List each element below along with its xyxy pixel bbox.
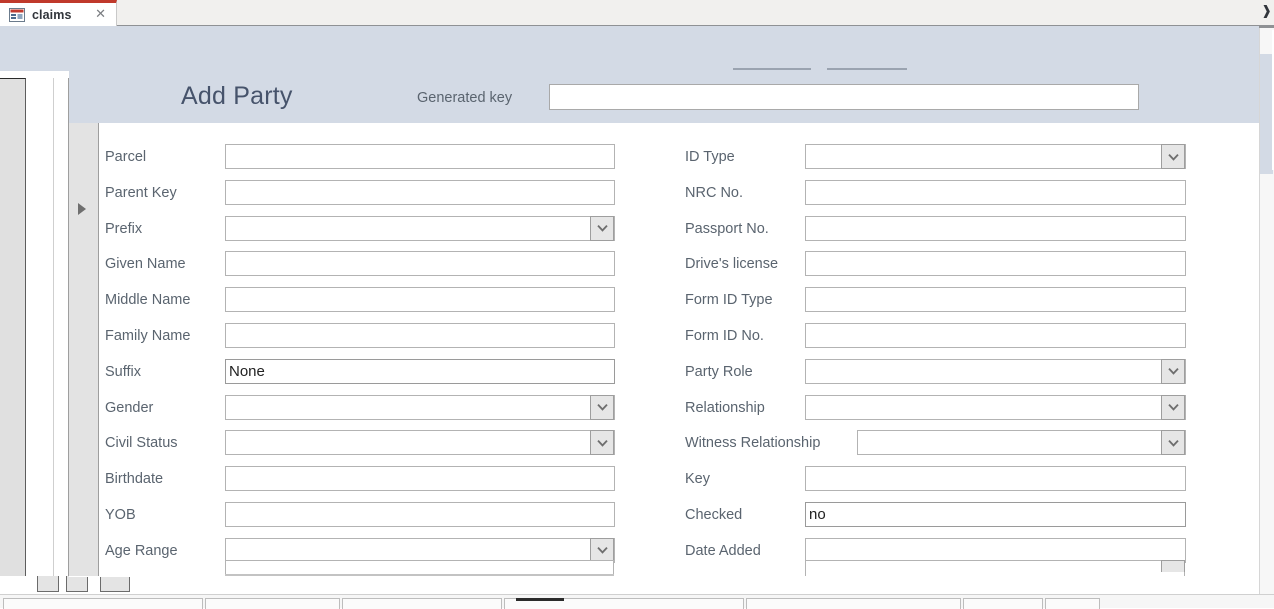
navpane-bottom-stub-2 (66, 576, 88, 592)
form-inner-margin-left (55, 78, 69, 576)
dropdown-button-prefix[interactable] (590, 215, 614, 241)
combo-party-role[interactable] (805, 358, 1186, 384)
navpane-bottom-stub-3 (100, 576, 130, 592)
nav-cell-2[interactable] (205, 598, 340, 609)
chevron-down-icon (1167, 439, 1179, 447)
clipped-field-right[interactable] (805, 560, 1185, 576)
record-current-triangle-icon (78, 203, 86, 215)
label-form-id-type: Form ID Type (685, 292, 773, 309)
label-yob: YOB (105, 507, 136, 523)
label-parcel: Parcel (105, 149, 147, 165)
input-yob[interactable] (225, 502, 615, 527)
scrollbar-top-edge (1259, 26, 1274, 28)
input-nrc-no[interactable] (805, 179, 1186, 205)
dropdown-button-gender[interactable] (590, 394, 614, 420)
chevron-down-icon (1167, 367, 1179, 376)
chevron-down-icon (1167, 403, 1179, 411)
input-middle-name[interactable] (225, 287, 615, 313)
navpane-bottom-stub-1 (37, 576, 59, 592)
chevron-down-icon (596, 546, 608, 555)
label-drive-s-license: Drive's license (685, 256, 779, 273)
form-outer-margin-left (27, 78, 54, 576)
nav-cell-5[interactable] (746, 598, 961, 609)
input-form-id-type[interactable] (805, 287, 1186, 313)
tab-label: claims (32, 7, 72, 22)
generated-key-input[interactable] (549, 84, 1139, 110)
label-suffix: Suffix (105, 363, 142, 380)
input-passport-no[interactable] (805, 215, 1186, 241)
label-form-id-no: Form ID No. (685, 328, 764, 344)
generated-key-label: Generated key (417, 90, 513, 106)
dropdown-button-party-role[interactable] (1161, 358, 1185, 384)
form-datasheet-icon (9, 7, 25, 22)
record-selector-strip[interactable] (69, 123, 99, 576)
input-family-name[interactable] (225, 323, 615, 348)
combo-civil-status[interactable] (225, 430, 615, 456)
nav-cell-7[interactable] (1045, 598, 1100, 609)
label-gender: Gender (105, 399, 154, 416)
combo-prefix[interactable] (225, 215, 615, 241)
combo-relationship[interactable] (805, 394, 1186, 420)
dropdown-button-witness-relationship[interactable] (1161, 430, 1185, 456)
nav-active-indicator (516, 598, 564, 601)
label-family-name: Family Name (105, 328, 191, 344)
dropdown-button-relationship[interactable] (1161, 394, 1185, 420)
chevron-down-icon (596, 403, 608, 411)
label-relationship: Relationship (685, 399, 765, 416)
chevron-right-icon[interactable]: ❱ (1261, 3, 1272, 21)
label-witness-relationship: Witness Relationship (685, 435, 821, 452)
label-prefix: Prefix (105, 220, 143, 237)
clipped-field-underline (225, 574, 614, 576)
input-given-name[interactable] (225, 251, 615, 277)
label-age-range: Age Range (105, 542, 178, 559)
dropdown-button-civil-status[interactable] (590, 430, 614, 456)
input-key[interactable] (805, 466, 1186, 492)
tab-claims[interactable]: claims ✕ (0, 0, 117, 26)
combo-witness-relationship[interactable] (857, 430, 1186, 456)
nav-cell-1[interactable] (3, 598, 203, 609)
record-navigation-bar (0, 594, 1274, 609)
chevron-down-icon (1167, 153, 1179, 161)
document-tab-strip: claims ✕ ❱ (0, 0, 1274, 26)
input-drive-s-license[interactable] (805, 251, 1186, 277)
tab-strip-empty-area (117, 0, 1274, 25)
form-bottom-edge (69, 576, 1260, 577)
input-birthdate[interactable] (225, 466, 615, 492)
label-date-added: Date Added (685, 542, 761, 559)
form-header-band-upper (0, 26, 1274, 71)
navigation-pane[interactable] (0, 78, 26, 576)
input-form-id-no[interactable] (805, 323, 1186, 348)
label-nrc-no: NRC No. (685, 184, 744, 201)
page-title: Add Party (181, 82, 293, 110)
close-icon[interactable]: ✕ (95, 8, 106, 21)
form-canvas: Add Party Generated key Parcel Parent Key… (69, 71, 1259, 576)
input-checked[interactable]: no (805, 502, 1186, 527)
clipped-control-edge-2 (827, 68, 907, 70)
clipped-combo-button[interactable] (1161, 560, 1185, 572)
combo-id-type[interactable] (805, 144, 1186, 169)
label-party-role: Party Role (685, 363, 753, 380)
label-key: Key (685, 471, 710, 488)
combo-gender[interactable] (225, 394, 615, 420)
dropdown-button-id-type[interactable] (1161, 144, 1185, 169)
chevron-down-icon (596, 224, 608, 232)
label-given-name: Given Name (105, 256, 186, 273)
input-suffix[interactable]: None (225, 358, 615, 384)
clipped-control-edge-1 (733, 68, 811, 70)
input-parcel[interactable] (225, 144, 615, 169)
nav-cell-6[interactable] (963, 598, 1043, 609)
label-checked: Checked (685, 507, 743, 523)
chevron-down-icon (596, 439, 608, 447)
nav-cell-3[interactable] (342, 598, 502, 609)
label-middle-name: Middle Name (105, 292, 191, 309)
input-parent-key[interactable] (225, 179, 615, 205)
label-id-type: ID Type (685, 149, 735, 165)
label-civil-status: Civil Status (105, 435, 178, 452)
label-birthdate: Birthdate (105, 471, 164, 488)
label-parent-key: Parent Key (105, 184, 177, 201)
label-passport-no: Passport No. (685, 220, 769, 237)
